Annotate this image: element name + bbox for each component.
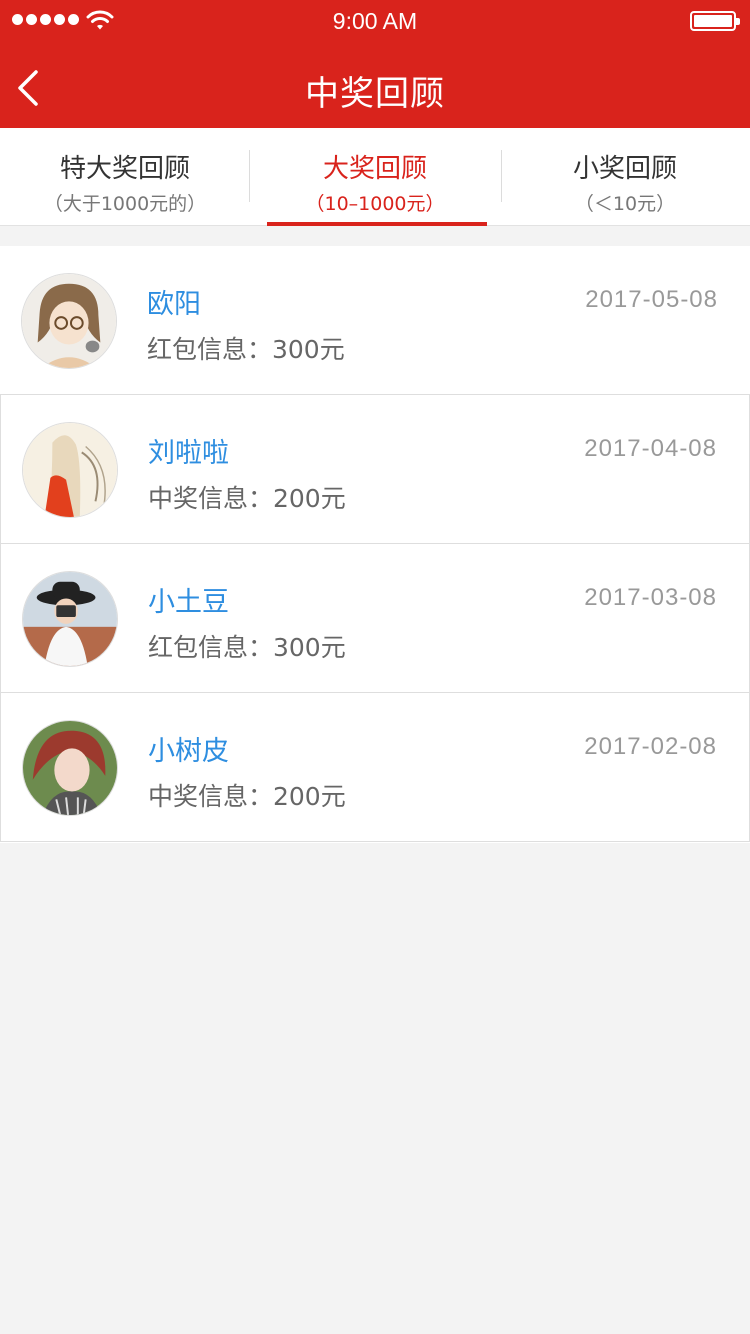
prize-info: 红包信息：300元 (147, 335, 345, 364)
status-time: 9:00 AM (332, 8, 418, 34)
record-date: 2017-02-08 (584, 733, 717, 760)
tab-sublabel: （＜10元） (574, 193, 676, 215)
tab-bar: 特大奖回顾 （大于1000元的） 大奖回顾 （10–1000元） 小奖回顾 （＜… (0, 128, 750, 226)
list-item[interactable]: 小土豆 红包信息：300元 2017-03-08 (0, 544, 750, 693)
prize-info: 中奖信息：200元 (148, 484, 346, 513)
tab-sublabel: （10–1000元） (305, 193, 445, 215)
tab-big-prize[interactable]: 大奖回顾 （10–1000元） (250, 128, 500, 226)
avatar (22, 571, 118, 667)
winner-name[interactable]: 刘啦啦 (148, 431, 229, 470)
winner-name[interactable]: 欧阳 (147, 282, 201, 321)
tab-grand-prize[interactable]: 特大奖回顾 （大于1000元的） (0, 128, 250, 226)
active-tab-indicator (267, 222, 487, 226)
app-header: 9:00 AM 中奖回顾 (0, 0, 750, 128)
tab-sublabel: （大于1000元的） (43, 193, 207, 215)
page-title: 中奖回顾 (305, 74, 445, 114)
avatar (22, 720, 118, 816)
avatar (21, 273, 117, 369)
winner-name[interactable]: 小土豆 (148, 580, 229, 619)
list-item[interactable]: 欧阳 红包信息：300元 2017-05-08 (0, 246, 750, 395)
tab-label: 大奖回顾 (322, 154, 427, 184)
prize-info: 红包信息：300元 (148, 633, 346, 662)
list-item[interactable]: 刘啦啦 中奖信息：200元 2017-04-08 (0, 395, 750, 544)
record-date: 2017-04-08 (584, 435, 717, 462)
tab-label: 特大奖回顾 (59, 154, 190, 184)
winner-name[interactable]: 小树皮 (148, 729, 229, 768)
winner-list: 欧阳 红包信息：300元 2017-05-08 刘啦啦 中奖信息：200元 20… (0, 246, 750, 843)
prize-info: 中奖信息：200元 (148, 782, 346, 811)
avatar (22, 422, 118, 518)
tab-label: 小奖回顾 (572, 154, 677, 184)
tab-small-prize[interactable]: 小奖回顾 （＜10元） (500, 128, 750, 226)
status-bar: 9:00 AM (0, 0, 750, 40)
battery-icon (690, 11, 740, 31)
record-date: 2017-05-08 (585, 286, 718, 313)
list-item[interactable]: 小树皮 中奖信息：200元 2017-02-08 (0, 693, 750, 842)
record-date: 2017-03-08 (584, 584, 717, 611)
